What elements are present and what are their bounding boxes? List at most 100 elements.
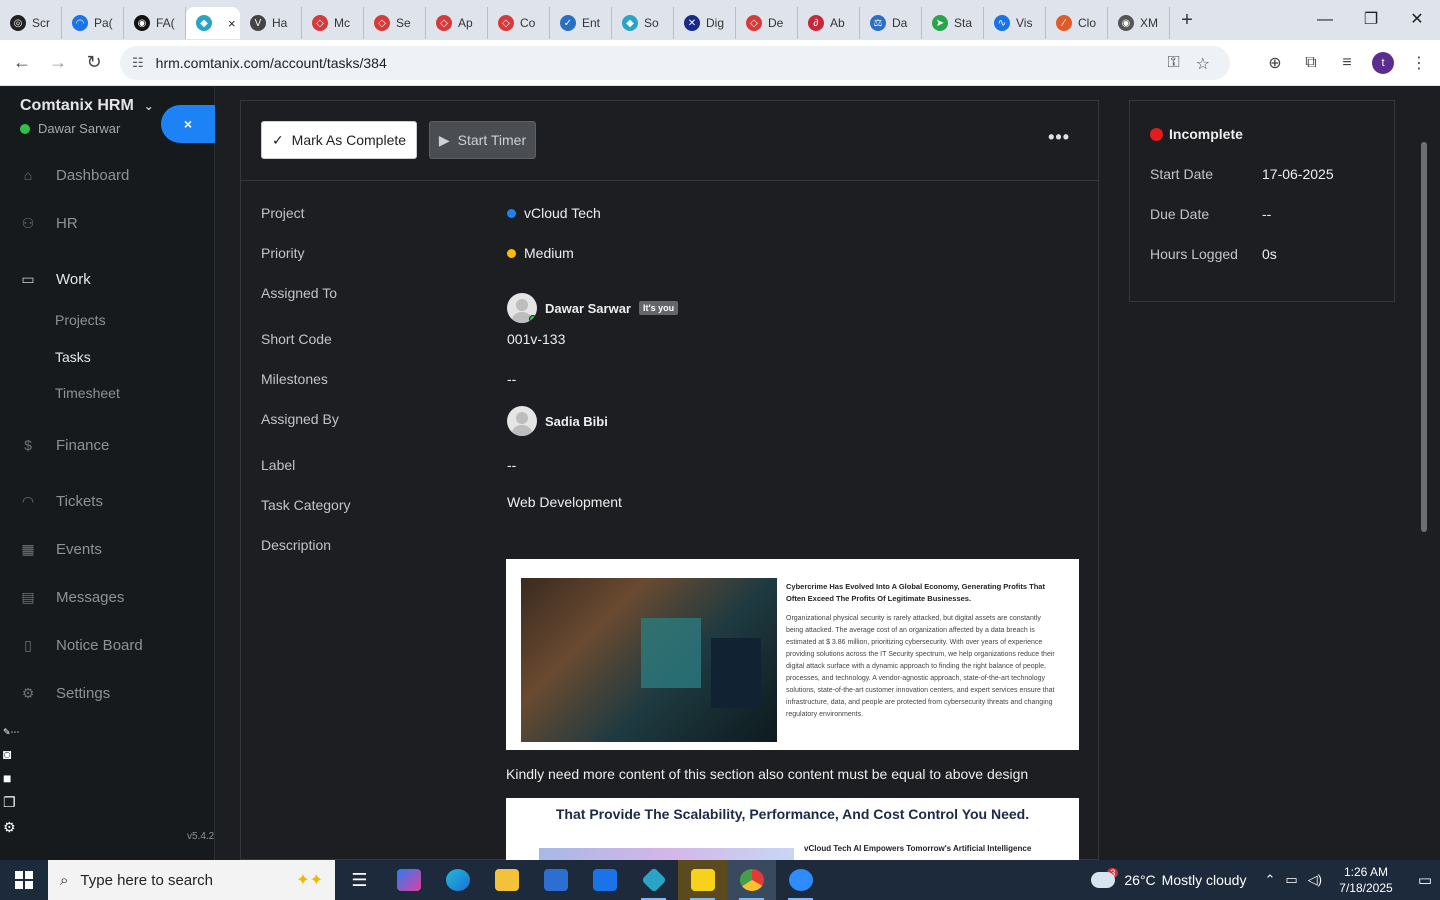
online-status-icon: [529, 315, 537, 323]
mail-icon[interactable]: [580, 860, 629, 900]
notification-icon[interactable]: ▭: [1410, 871, 1440, 889]
sidebar-item-messages[interactable]: ▤ Messages: [0, 579, 215, 615]
browser-tab[interactable]: ◇ Mc: [302, 7, 364, 39]
browser-tab[interactable]: ⁄ Clo: [1046, 7, 1108, 39]
extensions-icon[interactable]: ⧉: [1300, 54, 1322, 72]
browser-tab[interactable]: ∂ Ab: [798, 7, 860, 39]
browser-tab[interactable]: ∿ Vis: [984, 7, 1046, 39]
browser-menu-icon[interactable]: ⋮: [1408, 53, 1430, 73]
more-options-icon[interactable]: •••: [1048, 127, 1070, 148]
sidebar-subitem-projects[interactable]: Projects: [55, 312, 106, 328]
close-window-icon[interactable]: ✕: [1394, 0, 1440, 40]
tab-favicon-icon: ◉: [1118, 15, 1134, 31]
browser-tab[interactable]: V Ha: [240, 7, 302, 39]
tab-favicon-icon: ✕: [684, 15, 700, 31]
project-value[interactable]: vCloud Tech: [524, 205, 601, 221]
browser-tab[interactable]: ◇ Se: [364, 7, 426, 39]
store-icon[interactable]: [531, 860, 580, 900]
chrome-icon[interactable]: [727, 860, 776, 900]
sidebar-item-label: Dashboard: [56, 166, 130, 184]
sidebar-item-work[interactable]: ▭ Work: [0, 261, 215, 297]
sidebar-subitem-tasks[interactable]: Tasks: [55, 349, 91, 365]
site-info-icon[interactable]: ☷: [132, 55, 144, 71]
new-tab-button[interactable]: +: [1174, 9, 1200, 32]
sticky-notes-icon[interactable]: [678, 860, 727, 900]
browser-tab[interactable]: ⚖ Da: [860, 7, 922, 39]
sidebar-item-finance[interactable]: $ Finance: [0, 427, 215, 463]
browser-tab[interactable]: ◇ Ap: [426, 7, 488, 39]
password-key-icon[interactable]: ⚿: [1167, 54, 1179, 74]
tab-title: Scr: [32, 16, 50, 30]
volume-icon[interactable]: ◁): [1308, 872, 1322, 888]
url-omnibox[interactable]: ☷ hrm.comtanix.com/account/tasks/384 ⚿ ☆: [120, 46, 1230, 80]
sidebar-item-hr[interactable]: ⚇ HR: [0, 205, 215, 241]
copilot-icon[interactable]: [384, 860, 433, 900]
zoom-icon[interactable]: [776, 860, 825, 900]
messages-icon: ▤: [21, 588, 35, 605]
browser-tab[interactable]: ◉ FA(: [124, 7, 186, 39]
media-control-icon[interactable]: ≡: [1336, 54, 1358, 72]
start-timer-label: Start Timer: [457, 132, 527, 148]
browser-tab[interactable]: ◇ Co: [488, 7, 550, 39]
sidebar-item-events[interactable]: ▦ Events: [0, 531, 215, 567]
browser-tab-bar: ◎ Scr ◠ Pa(◉ FA(◆ × V Ha ◇ Mc ◇ Se ◇ Ap ◇ Co ✓ Ent ◆ So ✕ Dig…: [0, 0, 1440, 40]
tab-title: Mc: [334, 16, 350, 30]
sidebar-item-label: Finance: [56, 436, 110, 454]
chevron-up-icon[interactable]: ⌃: [1264, 872, 1275, 888]
weather-widget[interactable]: 3 26°C Mostly cloudy: [1087, 866, 1246, 888]
play-icon: ▶: [438, 131, 450, 148]
sidebar-close-button[interactable]: ×: [161, 105, 215, 143]
browser-tab[interactable]: ◆ So: [612, 7, 674, 39]
video-icon[interactable]: ■: [3, 770, 20, 786]
minimize-icon[interactable]: —: [1302, 0, 1348, 40]
assigner-name[interactable]: Sadia Bibi: [545, 414, 608, 429]
avatar[interactable]: [507, 406, 537, 436]
tab-favicon-icon: ∂: [808, 15, 824, 31]
browser-tab[interactable]: ◠ Pa(: [62, 7, 124, 39]
browser-tab[interactable]: ➤ Sta: [922, 7, 984, 39]
image-heading: That Provide The Scalability, Performanc…: [555, 806, 1030, 822]
network-icon[interactable]: ▭: [1285, 872, 1297, 888]
url-text[interactable]: hrm.comtanix.com/account/tasks/384: [156, 55, 387, 71]
sidebar-item-notice-board[interactable]: ▯ Notice Board: [0, 627, 215, 663]
brand-dropdown[interactable]: Comtanix HRM ⌄: [20, 97, 154, 115]
taskbar-search[interactable]: ⌕ Type here to search ✦✦: [48, 860, 335, 900]
tab-title: Clo: [1078, 16, 1097, 30]
back-icon[interactable]: ←: [4, 52, 40, 73]
task-view-icon[interactable]: ☰: [335, 860, 384, 900]
sidebar-item-tickets[interactable]: ◠ Tickets: [0, 483, 215, 519]
pen-icon[interactable]: ✎⋯: [3, 727, 20, 738]
translate-icon[interactable]: ⊕: [1264, 53, 1286, 73]
browser-tab[interactable]: ◇ De: [736, 7, 798, 39]
sidebar-item-settings[interactable]: ⚙ Settings: [0, 675, 215, 711]
scrollbar-thumb[interactable]: [1421, 142, 1427, 532]
browser-tab[interactable]: ◎ Scr: [0, 7, 62, 39]
browser-tab[interactable]: ◉ XM: [1108, 7, 1170, 39]
sidebar-item-dashboard[interactable]: ⌂ Dashboard: [0, 157, 215, 193]
taskbar-clock[interactable]: 1:26 AM 7/18/2025: [1336, 864, 1396, 896]
windows-icon[interactable]: ❐: [3, 794, 20, 811]
browser-tab[interactable]: ◆ ×: [186, 7, 240, 39]
browser-tab[interactable]: ✕ Dig: [674, 7, 736, 39]
sidebar-subitem-timesheet[interactable]: Timesheet: [55, 385, 120, 401]
start-button[interactable]: [0, 860, 48, 900]
gear-icon[interactable]: ⚙: [3, 819, 20, 836]
start-timer-button[interactable]: ▶ Start Timer: [429, 121, 536, 159]
browser-tab[interactable]: ✓ Ent: [550, 7, 612, 39]
app-icon-teal[interactable]: [629, 860, 678, 900]
reload-icon[interactable]: ↻: [76, 52, 112, 73]
forward-icon[interactable]: →: [40, 52, 76, 73]
windows-logo-icon: [15, 871, 33, 889]
assignee-name[interactable]: Dawar Sarwar: [545, 301, 631, 316]
page-scrollbar[interactable]: [1420, 87, 1430, 860]
mark-complete-button[interactable]: ✓ Mark As Complete: [261, 121, 417, 159]
tab-close-icon[interactable]: ×: [228, 16, 236, 31]
camera-icon[interactable]: ◙: [3, 746, 20, 762]
profile-avatar[interactable]: t: [1372, 52, 1394, 74]
file-explorer-icon[interactable]: [482, 860, 531, 900]
edge-icon[interactable]: [433, 860, 482, 900]
avatar[interactable]: [507, 293, 537, 323]
bookmark-star-icon[interactable]: ☆: [1196, 54, 1210, 74]
restore-icon[interactable]: ❐: [1348, 0, 1394, 40]
start-date-value: 17-06-2025: [1262, 166, 1334, 182]
